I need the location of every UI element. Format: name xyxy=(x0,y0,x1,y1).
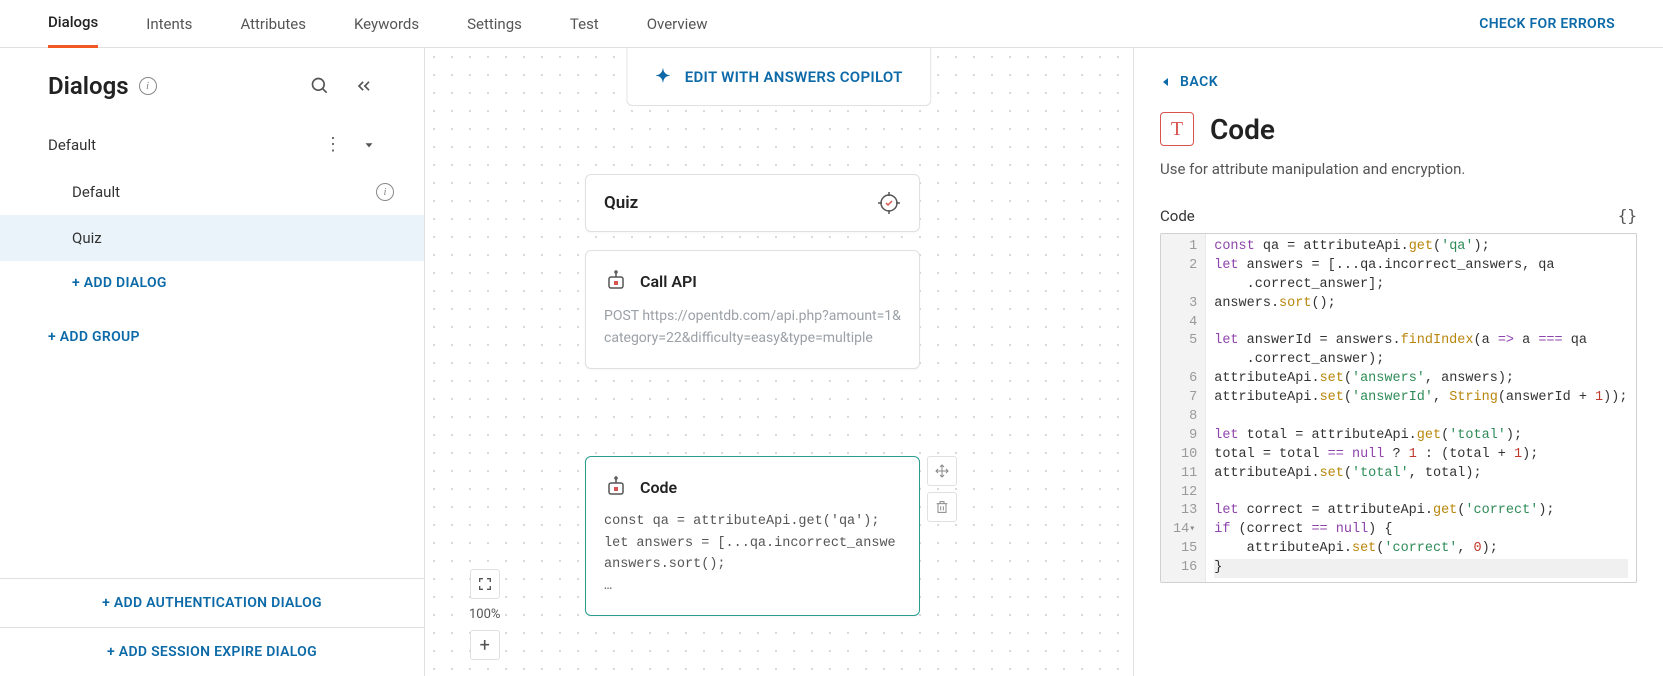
node-title: Quiz xyxy=(604,193,877,213)
details-panel: BACK T Code Use for attribute manipulati… xyxy=(1133,48,1663,676)
tab-intents[interactable]: Intents xyxy=(146,1,192,47)
zoom-level: 100% xyxy=(465,605,504,624)
panel-title: Code xyxy=(1210,113,1275,146)
node-title: Code xyxy=(640,478,677,497)
dialog-group-default[interactable]: Default ⋮ xyxy=(0,120,424,169)
info-icon[interactable]: i xyxy=(139,77,157,95)
zoom-in-icon[interactable]: + xyxy=(470,630,500,660)
robot-icon xyxy=(604,475,628,499)
expand-code-icon[interactable]: {} xyxy=(1618,206,1637,225)
copilot-label: EDIT WITH ANSWERS COPILOT xyxy=(685,68,903,86)
group-label: Default xyxy=(48,136,96,154)
add-session-expire-dialog-button[interactable]: + ADD SESSION EXPIRE DIALOG xyxy=(0,627,424,676)
dialog-item-label: Default xyxy=(72,183,120,201)
check-for-errors-button[interactable]: CHECK FOR ERRORS xyxy=(1479,16,1615,32)
node-body: POST https://opentdb.com/api.php?amount=… xyxy=(604,305,901,350)
add-group-button[interactable]: + ADD GROUP xyxy=(0,315,424,359)
delete-node-icon[interactable] xyxy=(927,492,957,522)
sidebar: Dialogs i Default ⋮ Default i Quiz + ADD D… xyxy=(0,48,425,676)
code-node-type-icon: T xyxy=(1160,112,1194,146)
dialog-item-default[interactable]: Default i xyxy=(0,169,424,215)
back-button[interactable]: BACK xyxy=(1160,74,1637,90)
code-editor[interactable]: 12 345 67891011121314▾1516 const qa = at… xyxy=(1160,233,1637,583)
tab-test[interactable]: Test xyxy=(570,1,599,47)
canvas-node-code[interactable]: Code const qa = attributeApi.get('qa');l… xyxy=(585,456,920,616)
edit-with-copilot-button[interactable]: ✦ EDIT WITH ANSWERS COPILOT xyxy=(626,48,931,106)
info-icon[interactable]: i xyxy=(376,183,394,201)
tab-dialogs[interactable]: Dialogs xyxy=(48,0,98,48)
canvas-node-quiz[interactable]: Quiz xyxy=(585,174,920,232)
tab-attributes[interactable]: Attributes xyxy=(240,1,306,47)
code-preview: const qa = attributeApi.get('qa');let an… xyxy=(604,511,901,597)
add-dialog-button[interactable]: + ADD DIALOG xyxy=(0,261,424,305)
dialog-item-label: Quiz xyxy=(72,229,102,247)
dialog-item-quiz[interactable]: Quiz xyxy=(0,215,424,261)
fit-view-icon[interactable] xyxy=(470,569,500,599)
tab-overview[interactable]: Overview xyxy=(647,1,708,47)
robot-icon xyxy=(604,269,628,293)
sidebar-title: Dialogs xyxy=(48,72,129,100)
panel-description: Use for attribute manipulation and encry… xyxy=(1160,160,1637,178)
search-icon[interactable] xyxy=(308,74,332,98)
tabs-bar: Dialogs Intents Attributes Keywords Settings… xyxy=(0,0,1663,48)
target-icon xyxy=(877,191,901,215)
tab-keywords[interactable]: Keywords xyxy=(354,1,419,47)
more-menu-icon[interactable]: ⋮ xyxy=(324,134,342,155)
node-title: Call API xyxy=(640,272,697,291)
code-label: Code xyxy=(1160,207,1618,225)
sparkle-icon: ✦ xyxy=(655,66,670,87)
caret-down-icon[interactable] xyxy=(362,138,376,152)
tab-settings[interactable]: Settings xyxy=(467,1,522,47)
collapse-sidebar-icon[interactable] xyxy=(352,74,376,98)
move-node-icon[interactable] xyxy=(927,456,957,486)
back-label: BACK xyxy=(1180,74,1218,90)
dialog-canvas[interactable]: ✦ EDIT WITH ANSWERS COPILOT Quiz Call AP… xyxy=(425,48,1133,676)
canvas-node-call-api[interactable]: Call API POST https://opentdb.com/api.ph… xyxy=(585,250,920,369)
add-authentication-dialog-button[interactable]: + ADD AUTHENTICATION DIALOG xyxy=(0,578,424,627)
